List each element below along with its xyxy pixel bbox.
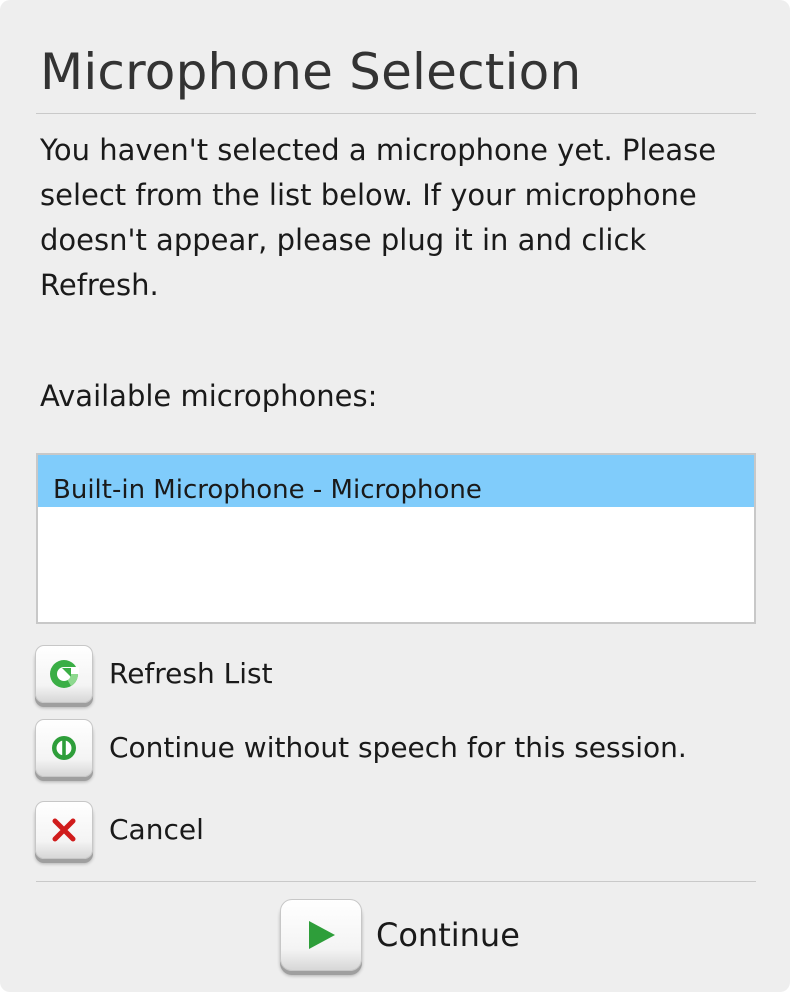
continue-button[interactable]: [280, 899, 362, 971]
intro-text: You haven't selected a microphone yet. P…: [40, 133, 717, 302]
continue-without-speech-button[interactable]: [35, 719, 93, 777]
refresh-list-label[interactable]: Refresh List: [109, 654, 273, 694]
microphone-item-label: Built-in Microphone - Microphone: [53, 475, 482, 505]
microphone-selection-dialog: Microphone Selection You haven't selecte…: [0, 0, 790, 992]
available-microphones-label: Available microphones:: [40, 379, 378, 413]
microphone-list[interactable]: Built-in Microphone - Microphone: [36, 453, 756, 624]
footer-divider: [36, 881, 756, 882]
continue-label[interactable]: Continue: [376, 915, 520, 955]
dialog-title: Microphone Selection: [40, 43, 582, 101]
cancel-button[interactable]: [35, 801, 93, 859]
play-icon: [309, 921, 335, 949]
no-speech-icon: [52, 736, 76, 760]
refresh-icon: [50, 660, 79, 688]
cancel-action[interactable]: Cancel: [35, 801, 204, 859]
refresh-list-action[interactable]: Refresh List: [35, 645, 273, 703]
title-divider: [36, 113, 756, 114]
microphone-list-item[interactable]: Built-in Microphone - Microphone: [38, 455, 754, 507]
continue-action[interactable]: Continue: [280, 897, 520, 973]
close-icon: [52, 818, 76, 842]
cancel-label[interactable]: Cancel: [109, 810, 204, 850]
refresh-list-button[interactable]: [35, 645, 93, 703]
continue-without-speech-label[interactable]: Continue without speech for this session…: [109, 728, 687, 768]
continue-without-speech-action[interactable]: Continue without speech for this session…: [35, 719, 687, 777]
